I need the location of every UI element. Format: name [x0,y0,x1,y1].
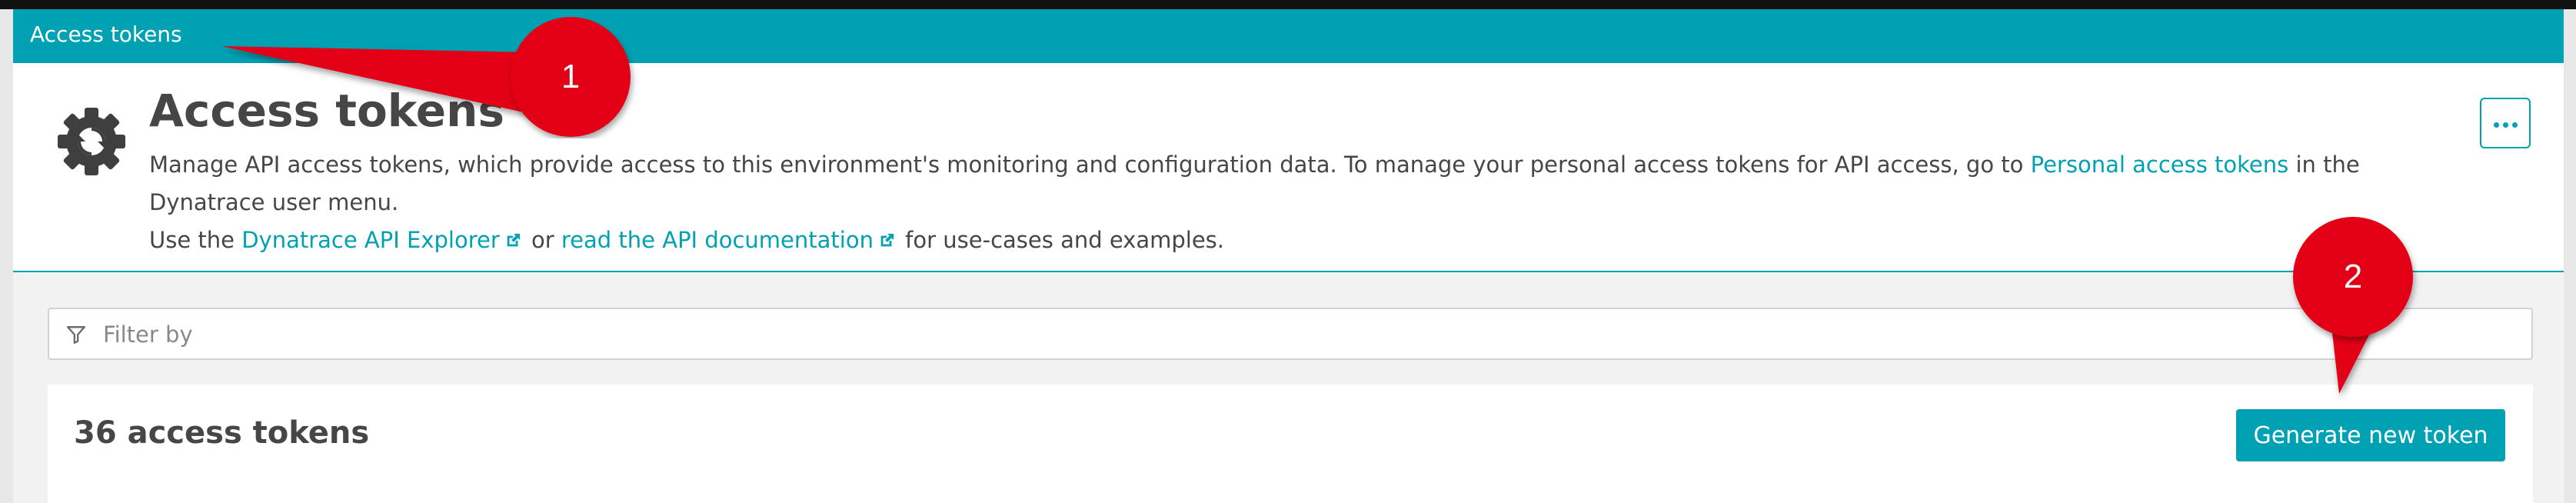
titlebar-title: Access tokens [30,22,182,47]
api-explorer-link[interactable]: Dynatrace API Explorer [241,227,524,253]
right-border [2564,9,2576,503]
personal-tokens-link[interactable]: Personal access tokens [2031,152,2289,178]
token-count: 36 access tokens [74,415,370,451]
desc-text-4: or [524,227,561,253]
api-docs-link-label: read the API documentation [561,227,874,253]
ellipsis-icon [2494,122,2499,128]
desc-text-1: Manage API access tokens, which provide … [149,152,2031,178]
tokens-panel: 36 access tokens Generate new token [48,385,2533,503]
annotation-1-label: 1 [561,58,580,95]
api-explorer-link-label: Dynatrace API Explorer [241,227,500,253]
more-options-button[interactable] [2480,98,2531,148]
settings-gear-icon [58,108,125,175]
desc-text-5: for use-cases and examples. [897,227,1224,253]
filter-icon [66,326,86,345]
annotation-callout-2: 2 [2293,217,2413,394]
ellipsis-icon [2512,122,2518,128]
external-link-icon [880,233,894,247]
filter-bar[interactable] [48,308,2533,360]
filter-input[interactable] [102,317,2488,352]
generate-new-token-button[interactable]: Generate new token [2236,409,2505,461]
api-docs-link[interactable]: read the API documentation [561,227,898,253]
ellipsis-icon [2503,122,2508,128]
left-border [0,9,13,503]
annotation-2-label: 2 [2344,258,2362,295]
external-link-icon [507,233,520,247]
annotation-callout-1: 1 [221,17,631,137]
window-top-strip [0,0,2576,9]
page-description: Manage API access tokens, which provide … [149,146,2456,259]
desc-text-3: Use the [149,227,242,253]
